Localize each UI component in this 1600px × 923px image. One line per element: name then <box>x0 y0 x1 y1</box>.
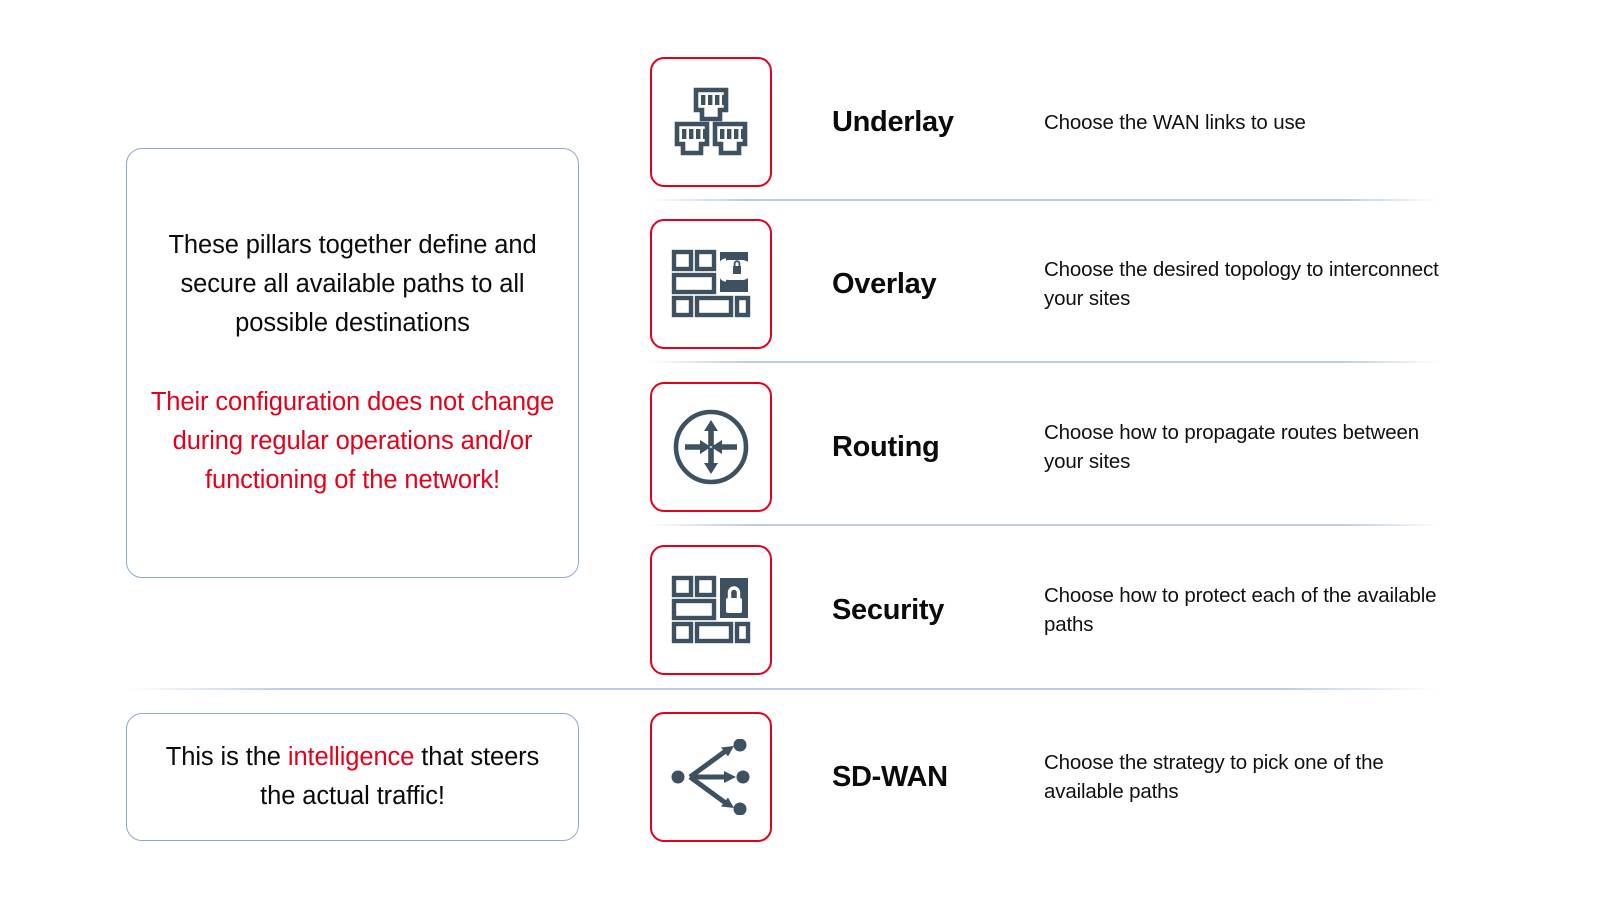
pillars-definition-red-text: Their configuration does not change duri… <box>150 388 555 494</box>
pillar-description-sdwan: Choose the strategy to pick one of the a… <box>1044 751 1384 803</box>
path-branching-icon <box>670 739 752 815</box>
pillar-row-security: Security Choose how to protect each of t… <box>600 530 1460 690</box>
overlay-tunnel-icon <box>671 248 751 320</box>
pillar-title-overlay: Overlay <box>832 267 937 300</box>
pillar-title-routing: Routing <box>832 430 940 463</box>
pillar-description-overlay: Choose the desired topology to interconn… <box>1044 258 1439 310</box>
pillar-title-sdwan: SD-WAN <box>832 760 948 793</box>
underlay-icon-box <box>650 57 772 187</box>
ethernet-ports-icon <box>674 86 748 158</box>
intelligence-card: This is the intelligence that steers the… <box>126 713 579 841</box>
router-arrows-icon <box>671 407 751 487</box>
pillar-description-underlay: Choose the WAN links to use <box>1044 110 1306 134</box>
left-column: These pillars together define and secure… <box>126 0 581 923</box>
security-icon-box <box>650 545 772 675</box>
overlay-icon-box <box>650 219 772 349</box>
padlock-blocks-icon <box>671 574 751 646</box>
pillar-title-underlay: Underlay <box>832 105 954 138</box>
pillar-row-sdwan: SD-WAN Choose the strategy to pick one o… <box>600 697 1460 857</box>
pillars-definition-black-text: These pillars together define and secure… <box>168 231 537 337</box>
pillar-description-security: Choose how to protect each of the availa… <box>1044 584 1437 636</box>
routing-icon-box <box>650 382 772 512</box>
pillar-row-routing: Routing Choose how to propagate routes b… <box>600 367 1460 527</box>
intelligence-card-text: This is the intelligence that steers the… <box>127 738 578 816</box>
pillars-list: Underlay Choose the WAN links to use Ove… <box>600 0 1600 923</box>
pillar-description-routing: Choose how to propagate routes between y… <box>1044 421 1419 473</box>
intelligence-keyword: intelligence <box>287 743 415 771</box>
pillar-row-overlay: Overlay Choose the desired topology to i… <box>600 204 1460 364</box>
pillar-title-security: Security <box>832 593 945 626</box>
intelligence-text-prefix: This is the <box>165 743 288 771</box>
sdwan-icon-box <box>650 712 772 842</box>
pillar-row-underlay: Underlay Choose the WAN links to use <box>600 42 1460 202</box>
pillars-definition-card: These pillars together define and secure… <box>126 148 579 578</box>
